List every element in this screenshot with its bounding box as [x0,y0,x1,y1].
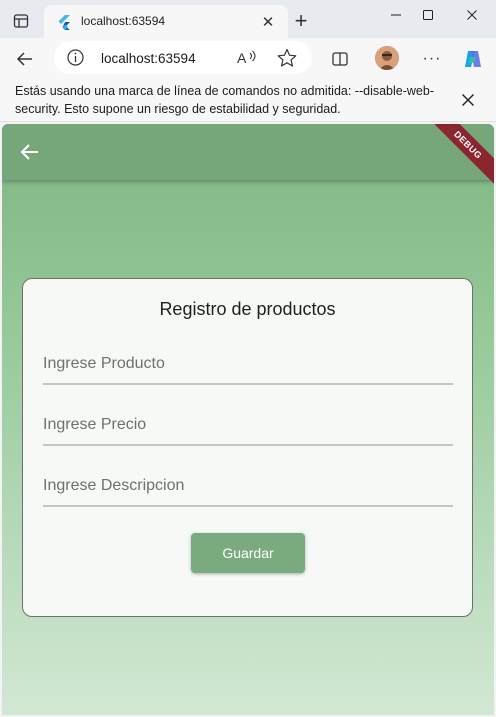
window-close-icon[interactable] [452,2,492,28]
svg-text:A: A [237,50,247,66]
back-arrow-icon[interactable] [18,140,42,164]
close-icon[interactable] [456,88,480,112]
tab-title: localhost:63594 [81,14,166,28]
product-field[interactable] [43,345,453,385]
address-bar[interactable]: localhost:63594 A [54,41,312,74]
form-title: Registro de productos [159,299,336,319]
browser-toolbar: localhost:63594 A ··· [0,38,496,78]
back-arrow-icon[interactable] [12,46,38,72]
product-form-card: Registro de productos Guardar [22,278,473,617]
price-input[interactable] [43,406,453,444]
security-infobar: Estás usando una marca de línea de coman… [0,78,496,122]
split-screen-icon[interactable] [327,46,353,72]
copilot-icon[interactable] [460,46,486,72]
avatar-icon[interactable] [375,46,399,70]
description-input[interactable] [43,467,453,505]
url-text[interactable]: localhost:63594 [101,51,196,66]
read-aloud-icon[interactable]: A [236,48,258,68]
maximize-icon[interactable] [408,2,448,28]
infobar-message: Estás usando una marca de línea de coman… [15,84,434,116]
browser-tab[interactable]: localhost:63594 ✕ [44,5,288,38]
flutter-icon [56,14,72,30]
browser-titlebar: localhost:63594 ✕ + [0,0,496,38]
product-input[interactable] [43,345,453,383]
app-bar [2,124,494,180]
more-icon[interactable]: ··· [419,46,445,72]
app-viewport: DEBUG Registro de productos Guardar [2,124,494,715]
close-icon[interactable]: ✕ [258,12,278,32]
info-icon[interactable] [66,48,85,67]
save-button[interactable]: Guardar [191,533,305,573]
plus-icon[interactable]: + [288,8,314,34]
tab-actions-icon[interactable] [8,8,34,34]
price-field[interactable] [43,406,453,446]
star-icon[interactable] [276,47,298,69]
description-field[interactable] [43,467,453,507]
